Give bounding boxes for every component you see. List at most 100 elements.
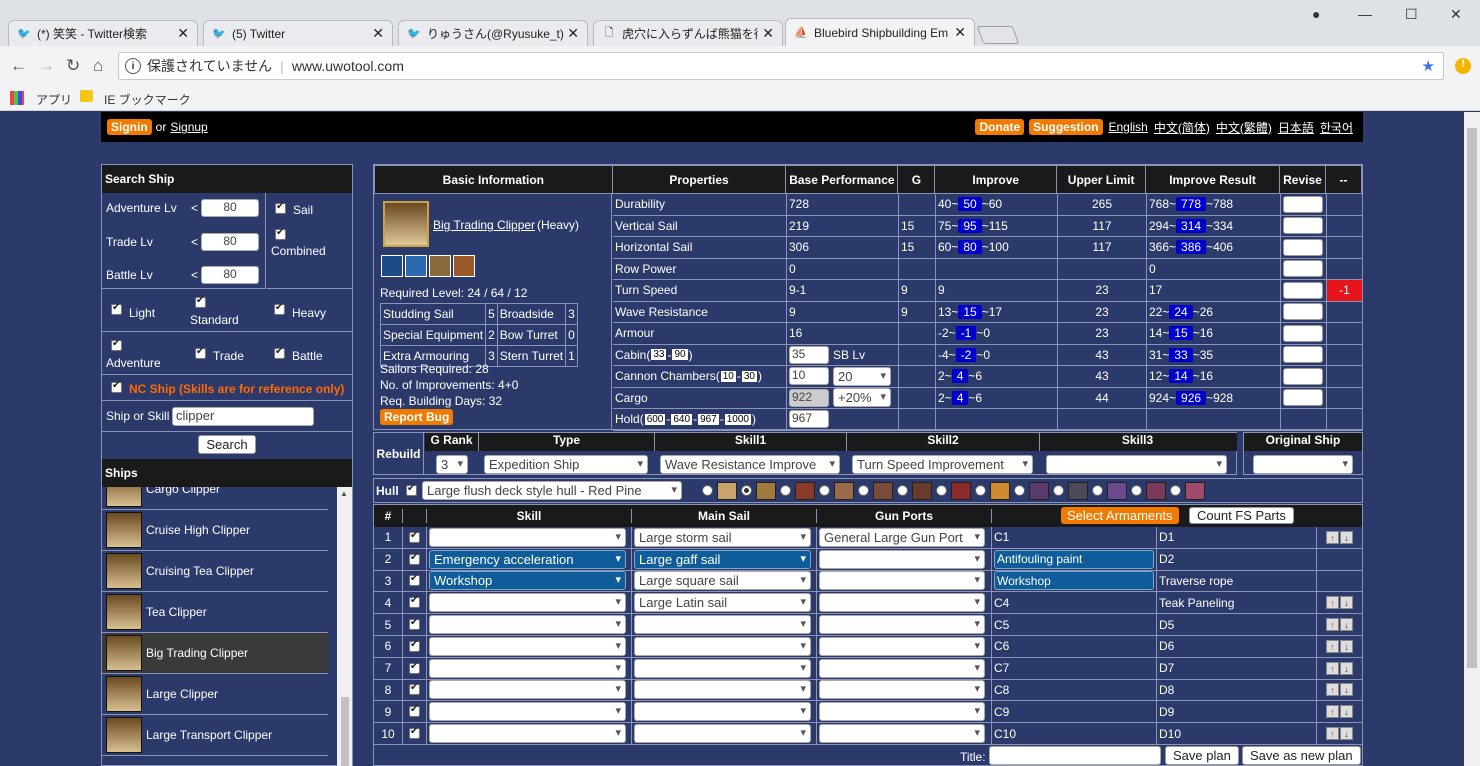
- move-down-icon[interactable]: ↓: [1340, 661, 1353, 675]
- revise-input[interactable]: [1283, 281, 1323, 299]
- search-button[interactable]: Search: [198, 435, 256, 454]
- light-checkbox[interactable]: [111, 302, 122, 315]
- c-slot[interactable]: C4: [994, 596, 1009, 610]
- hull-radio[interactable]: [1053, 485, 1064, 496]
- bookmark-ie[interactable]: IE ブックマーク: [104, 91, 191, 108]
- nc-ship-checkbox[interactable]: [111, 380, 122, 393]
- maximize-icon[interactable]: ☐: [1405, 6, 1418, 23]
- c-slot[interactable]: Antifouling paint: [994, 549, 1154, 569]
- adventure-level-input[interactable]: 80: [201, 199, 259, 217]
- base-input[interactable]: 922: [789, 388, 829, 407]
- address-bar[interactable]: i 保護されていません | www.uwotool.com ★: [118, 52, 1444, 80]
- bookmark-apps[interactable]: アプリ: [36, 91, 72, 108]
- move-up-icon[interactable]: ↑: [1326, 705, 1339, 719]
- hull-checkbox[interactable]: [406, 483, 417, 496]
- heavy-checkbox[interactable]: [274, 302, 285, 315]
- hull-radio[interactable]: [702, 485, 713, 496]
- d-slot[interactable]: D8: [1159, 683, 1174, 697]
- page-scrollbar[interactable]: [1464, 112, 1480, 766]
- revise-input[interactable]: [1283, 195, 1323, 213]
- ship-name-link[interactable]: Big Trading Clipper: [433, 218, 535, 232]
- base-input[interactable]: 35: [789, 345, 829, 364]
- close-icon[interactable]: ✕: [372, 25, 384, 42]
- new-tab-button[interactable]: [976, 26, 1020, 44]
- signin-button[interactable]: Signin: [107, 119, 152, 135]
- window-close-icon[interactable]: ✕: [1450, 6, 1462, 23]
- lang-english[interactable]: English: [1109, 120, 1148, 134]
- base-input[interactable]: 967: [789, 410, 829, 429]
- close-icon[interactable]: ✕: [954, 24, 966, 41]
- ship-list-item[interactable]: Tea Clipper: [102, 592, 328, 633]
- hull-radio[interactable]: [741, 485, 752, 496]
- sb-level-select[interactable]: 20: [833, 366, 891, 386]
- plan-title-input[interactable]: [989, 746, 1161, 765]
- d-slot[interactable]: D2: [1159, 552, 1174, 566]
- move-up-icon[interactable]: ↑: [1326, 639, 1339, 653]
- main-sail-select[interactable]: Large gaff sail: [634, 549, 811, 569]
- hull-radio[interactable]: [936, 485, 947, 496]
- gun-port-select[interactable]: [819, 636, 985, 656]
- lang-japanese[interactable]: 日本語: [1278, 119, 1314, 136]
- profile-icon[interactable]: ●: [1312, 6, 1320, 22]
- main-sail-select[interactable]: Large storm sail: [634, 527, 811, 547]
- c-slot[interactable]: Workshop: [994, 571, 1154, 591]
- revise-input[interactable]: [1283, 217, 1323, 235]
- skill-select[interactable]: Workshop: [429, 571, 626, 591]
- save-plan-button[interactable]: Save plan: [1165, 746, 1239, 765]
- gun-port-select[interactable]: [819, 593, 985, 613]
- c-slot[interactable]: C9: [994, 705, 1009, 719]
- move-down-icon[interactable]: ↓: [1340, 530, 1353, 544]
- browser-tab-1[interactable]: 🐦 (*) 笑笑 - Twitter検索 ✕: [8, 20, 198, 46]
- c-slot[interactable]: C6: [994, 639, 1009, 653]
- star-icon[interactable]: ★: [1422, 57, 1435, 75]
- rebuild-type-select[interactable]: Expedition Ship: [484, 455, 648, 474]
- hull-radio[interactable]: [975, 485, 986, 496]
- back-icon[interactable]: ←: [10, 56, 27, 76]
- row-checkbox[interactable]: [409, 639, 420, 652]
- hull-radio[interactable]: [1131, 485, 1142, 496]
- revise-input[interactable]: [1283, 303, 1323, 321]
- row-checkbox[interactable]: [409, 726, 420, 740]
- row-checkbox[interactable]: [409, 682, 420, 696]
- revise-input[interactable]: [1283, 324, 1323, 342]
- battle-level-input[interactable]: 80: [201, 266, 259, 284]
- hull-radio[interactable]: [1170, 485, 1181, 496]
- d-slot[interactable]: D9: [1159, 705, 1174, 719]
- hull-radio[interactable]: [858, 485, 869, 496]
- row-checkbox[interactable]: [409, 661, 420, 674]
- skill-select[interactable]: [429, 636, 626, 656]
- row-checkbox[interactable]: [409, 595, 420, 609]
- lang-zh-hant[interactable]: 中文(繁體): [1216, 119, 1272, 136]
- close-icon[interactable]: ✕: [177, 25, 189, 42]
- move-down-icon[interactable]: ↓: [1340, 705, 1353, 719]
- trade-level-input[interactable]: 80: [201, 233, 259, 251]
- c-slot[interactable]: C8: [994, 683, 1009, 697]
- suggestion-button[interactable]: Suggestion: [1029, 119, 1103, 135]
- d-slot[interactable]: D7: [1159, 661, 1174, 675]
- row-checkbox[interactable]: [409, 617, 420, 631]
- ship-skill-input[interactable]: clipper: [172, 407, 314, 426]
- forward-icon[interactable]: →: [38, 56, 55, 76]
- hull-radio[interactable]: [897, 485, 908, 496]
- hull-radio[interactable]: [1014, 485, 1025, 496]
- main-sail-select[interactable]: [634, 680, 811, 700]
- d-slot[interactable]: Teak Paneling: [1159, 596, 1234, 610]
- grank-select[interactable]: 3: [436, 455, 468, 474]
- skill-select[interactable]: [429, 593, 626, 613]
- gun-port-select[interactable]: [819, 680, 985, 700]
- move-down-icon[interactable]: ↓: [1340, 727, 1353, 741]
- signup-link[interactable]: Signup: [170, 120, 207, 134]
- move-up-icon[interactable]: ↑: [1326, 661, 1339, 675]
- report-bug-button[interactable]: Report Bug: [380, 409, 454, 425]
- reload-icon[interactable]: ↻: [66, 56, 80, 76]
- home-icon[interactable]: ⌂: [93, 56, 103, 76]
- standard-checkbox[interactable]: [195, 295, 206, 308]
- rebuild-skill2-select[interactable]: Turn Speed Improvement: [852, 455, 1033, 474]
- move-up-icon[interactable]: ↑: [1326, 727, 1339, 741]
- move-down-icon[interactable]: ↓: [1340, 639, 1353, 653]
- hull-radio[interactable]: [780, 485, 791, 496]
- move-up-icon[interactable]: ↑: [1326, 596, 1339, 610]
- donate-button[interactable]: Donate: [975, 119, 1025, 135]
- browser-tab-4[interactable]: 🗋虎穴に入らずんば熊猫を得ず✕: [593, 20, 783, 46]
- ship-list-item[interactable]: Cargo Clipper: [102, 487, 328, 510]
